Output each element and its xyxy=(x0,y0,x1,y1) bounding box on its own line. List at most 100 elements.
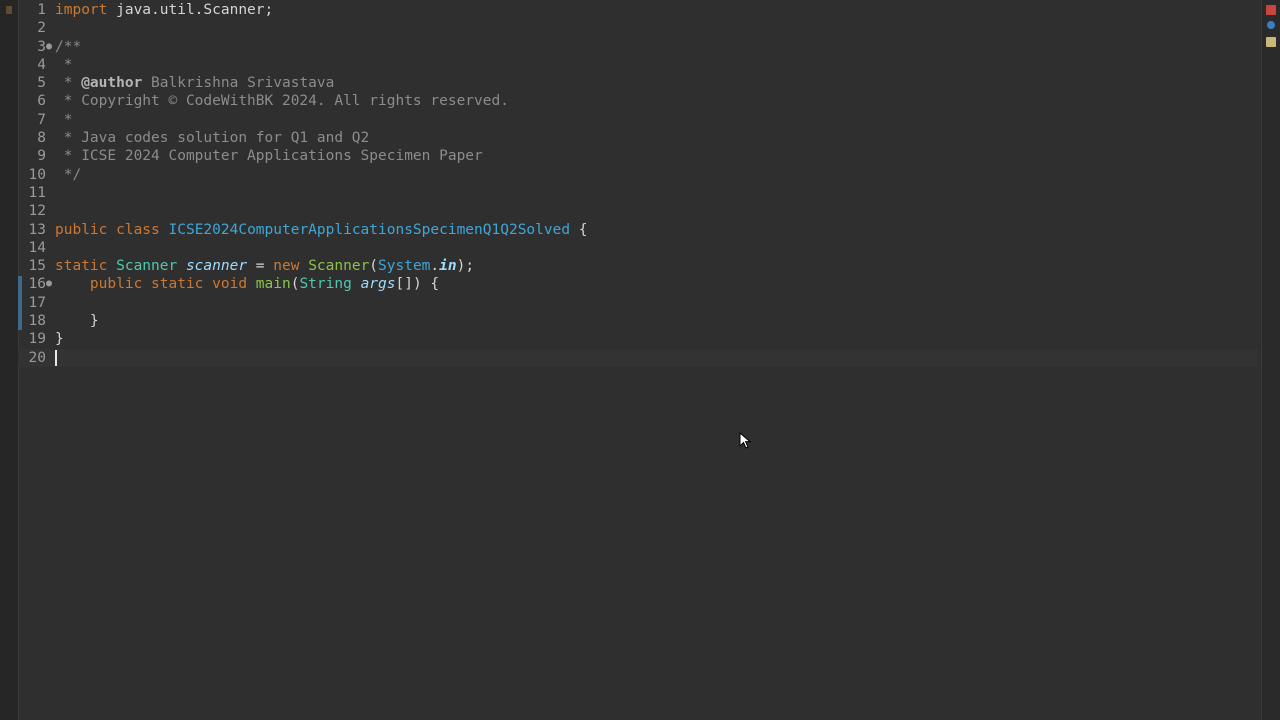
code-line[interactable]: 7 * xyxy=(18,111,1258,129)
line-number: 12 xyxy=(28,203,46,220)
line-text[interactable]: public static void main(String args[]) { xyxy=(55,275,439,293)
line-text[interactable]: /** xyxy=(55,38,81,56)
line-number: 7 xyxy=(37,111,46,128)
line-text[interactable]: * xyxy=(55,56,73,74)
code-token: /** xyxy=(55,38,82,55)
code-line[interactable]: 4 * xyxy=(18,56,1258,74)
line-number: 20 xyxy=(28,349,46,366)
code-token: []) { xyxy=(395,276,440,293)
code-line[interactable]: 1 import java.util.Scanner; xyxy=(18,1,1258,19)
code-token: * ICSE 2024 Computer Applications Specim… xyxy=(55,148,483,165)
line-text[interactable]: public class ICSE2024ComputerApplication… xyxy=(55,221,588,239)
fold-toggle-icon[interactable]: ● xyxy=(46,275,55,293)
mouse-pointer-icon xyxy=(739,432,752,449)
line-number: 16 xyxy=(28,276,46,293)
line-number: 1 xyxy=(37,2,46,18)
line-text[interactable]: * Copyright © CodeWithBK 2024. All right… xyxy=(55,92,509,110)
line-text[interactable]: } xyxy=(55,312,99,330)
code-token: } xyxy=(55,313,99,330)
code-token: = xyxy=(247,258,274,275)
line-number: 18 xyxy=(28,313,46,330)
code-token: public class xyxy=(55,221,169,238)
code-token: */ xyxy=(55,166,82,183)
error-marker-icon[interactable] xyxy=(1266,5,1276,15)
code-token: Balkrishna Srivastava xyxy=(142,75,335,92)
fold-toggle-icon[interactable]: ● xyxy=(46,38,55,56)
code-editor[interactable]: 1 import java.util.Scanner; 2 3●/** 4 * 5 * @… xyxy=(0,0,1280,720)
code-token: System xyxy=(378,258,431,275)
code-line[interactable]: 18 } xyxy=(18,312,1258,330)
line-text[interactable]: static Scanner scanner = new Scanner(Sys… xyxy=(55,257,474,275)
code-line[interactable]: 9 * ICSE 2024 Computer Applications Spec… xyxy=(18,147,1258,165)
line-number: 8 xyxy=(37,130,46,147)
line-text[interactable]: */ xyxy=(55,166,81,184)
code-token: @author xyxy=(81,75,143,92)
code-token: String xyxy=(299,276,361,293)
code-token: main xyxy=(255,276,291,293)
line-number: 9 xyxy=(37,148,46,165)
code-token: Scanner xyxy=(308,258,370,275)
task-marker-icon[interactable] xyxy=(1266,37,1276,47)
code-token: ( xyxy=(369,258,379,275)
line-number: 13 xyxy=(28,221,46,238)
code-line[interactable]: 20 xyxy=(18,348,1258,367)
code-area[interactable]: 1 import java.util.Scanner; 2 3●/** 4 * 5 * @… xyxy=(18,0,1258,367)
line-number: 14 xyxy=(28,239,46,256)
line-number: 10 xyxy=(28,166,46,183)
code-token: } xyxy=(55,331,64,348)
line-number: 17 xyxy=(28,294,46,311)
line-number: 15 xyxy=(28,258,46,275)
line-number: 19 xyxy=(28,331,46,348)
code-token: * Java codes solution for Q1 and Q2 xyxy=(55,130,370,147)
code-token: args xyxy=(360,276,396,293)
overview-ruler[interactable] xyxy=(1261,0,1280,720)
code-token: import xyxy=(55,2,117,18)
code-token: * xyxy=(55,75,82,92)
line-text[interactable]: } xyxy=(55,330,64,348)
code-line[interactable]: 3●/** xyxy=(18,38,1258,56)
code-line[interactable]: 13 public class ICSE2024ComputerApplicati… xyxy=(18,221,1258,239)
overview-strip-left xyxy=(0,0,19,720)
line-text[interactable]: * xyxy=(55,111,73,129)
code-token: java.util.Scanner; xyxy=(116,2,274,18)
line-text[interactable]: * Java codes solution for Q1 and Q2 xyxy=(55,129,370,147)
line-number: 11 xyxy=(28,184,46,201)
code-line[interactable]: 15 static Scanner scanner = new Scanner(S… xyxy=(18,257,1258,275)
code-line[interactable]: 12 xyxy=(18,202,1258,220)
code-token: static xyxy=(55,258,117,275)
info-marker-icon[interactable] xyxy=(1267,21,1275,29)
code-line[interactable]: 11 xyxy=(18,184,1258,202)
line-text[interactable]: * ICSE 2024 Computer Applications Specim… xyxy=(55,147,483,165)
code-line[interactable]: 5 * @author Balkrishna Srivastava xyxy=(18,74,1258,92)
code-token: public static void xyxy=(89,276,256,293)
bookmark-icon xyxy=(6,6,12,14)
code-line[interactable]: 8 * Java codes solution for Q1 and Q2 xyxy=(18,129,1258,147)
line-number: 6 xyxy=(37,93,46,110)
line-number: 2 xyxy=(37,20,46,37)
code-line[interactable]: 17 xyxy=(18,294,1258,312)
code-line[interactable]: 14 xyxy=(18,239,1258,257)
code-token: in xyxy=(439,258,457,275)
line-number: 4 xyxy=(37,56,46,73)
code-line[interactable]: 6 * Copyright © CodeWithBK 2024. All rig… xyxy=(18,92,1258,110)
code-token: ); xyxy=(456,258,475,275)
line-number: 3 xyxy=(37,38,46,55)
code-token: ICSE2024ComputerApplicationsSpecimenQ1Q2… xyxy=(168,221,571,238)
line-number: 5 xyxy=(37,75,46,92)
code-line[interactable]: 16● public static void main(String args[… xyxy=(18,275,1258,293)
code-line[interactable]: 19} xyxy=(18,330,1258,348)
code-token: * xyxy=(55,56,73,73)
line-text[interactable] xyxy=(55,349,57,367)
code-token: * Copyright © CodeWithBK 2024. All right… xyxy=(55,93,509,110)
code-token: scanner xyxy=(185,258,248,275)
code-line[interactable]: 2 xyxy=(18,19,1258,37)
code-token: . xyxy=(430,258,440,275)
code-token: { xyxy=(570,221,588,238)
line-text[interactable]: * @author Balkrishna Srivastava xyxy=(55,74,335,92)
code-line[interactable]: 10 */ xyxy=(18,166,1258,184)
text-caret xyxy=(55,349,57,366)
code-token: new xyxy=(273,258,309,275)
line-text[interactable]: import java.util.Scanner; xyxy=(55,1,273,19)
code-token: * xyxy=(55,111,73,128)
